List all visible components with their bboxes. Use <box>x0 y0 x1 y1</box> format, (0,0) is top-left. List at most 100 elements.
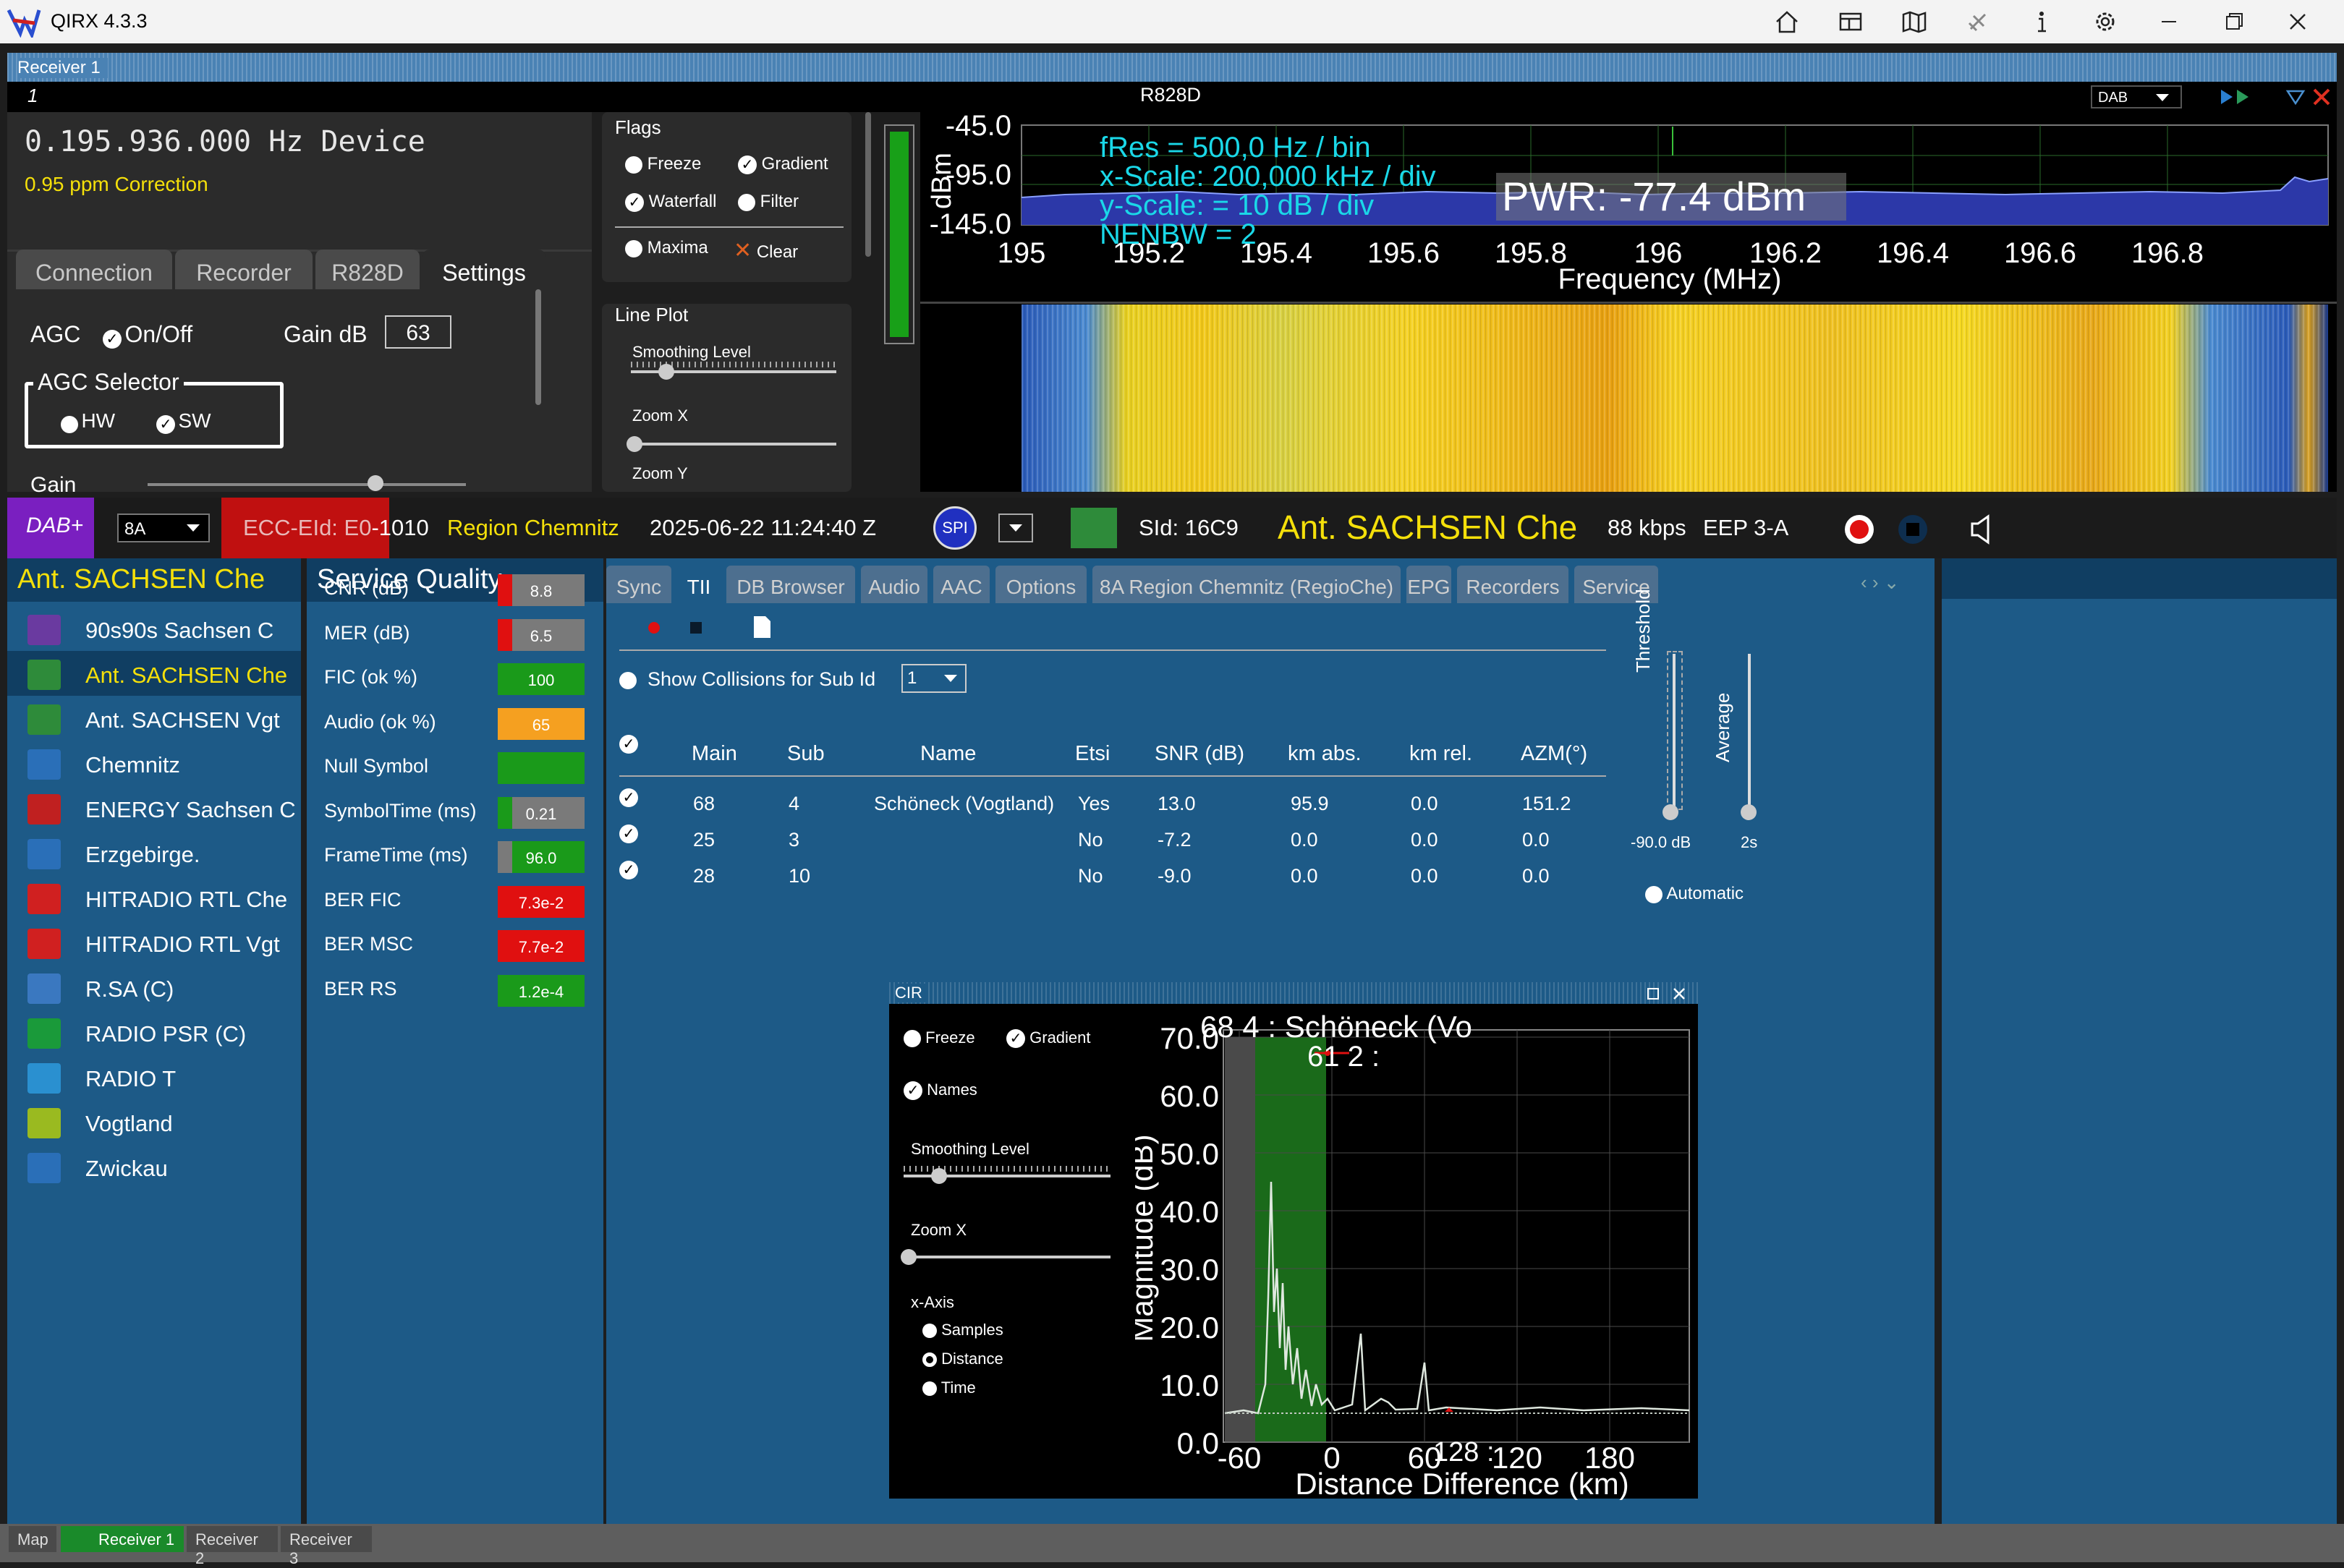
collapse-triangle-icon[interactable] <box>2285 88 2306 106</box>
cir-titlebar[interactable]: CIR <box>889 982 1698 1004</box>
distance-radio[interactable]: Distance <box>922 1350 1003 1368</box>
close-icon[interactable] <box>2283 7 2312 36</box>
service-item[interactable]: RADIO PSR (C) <box>7 1010 301 1054</box>
info-icon[interactable] <box>2027 7 2056 36</box>
tii-tab[interactable]: 8A Region Chemnitz (RegioChe) <box>1092 566 1401 603</box>
tii-row-checkbox[interactable]: ✓ <box>619 825 638 843</box>
service-item[interactable]: 90s90s Sachsen C <box>7 606 301 651</box>
waterfall-checkbox[interactable]: ✓ Waterfall <box>625 192 716 212</box>
service-item[interactable]: ENERGY Sachsen C <box>7 785 301 830</box>
mode-select[interactable]: DAB <box>2091 85 2182 108</box>
stop-icon[interactable] <box>1897 514 1929 545</box>
bottom-tab[interactable]: Map <box>9 1526 56 1552</box>
service-item[interactable]: Ant. SACHSEN Che <box>7 651 301 696</box>
samples-radio[interactable]: Samples <box>922 1321 1003 1339</box>
close-receiver-icon[interactable] <box>2311 86 2332 108</box>
record-icon[interactable] <box>1843 514 1875 545</box>
smoothing-knob[interactable] <box>658 364 674 380</box>
tab-connection[interactable]: Connection <box>16 250 172 290</box>
service-item[interactable]: RADIO T <box>7 1054 301 1099</box>
satellite-icon[interactable] <box>1963 7 1992 36</box>
maxima-checkbox[interactable]: Maxima <box>625 238 708 258</box>
service-item[interactable]: Vogtland <box>7 1099 301 1144</box>
cir-zoomx-slider[interactable] <box>904 1256 1111 1258</box>
sw-radio[interactable]: ✓ SW <box>156 409 211 434</box>
cir-names-checkbox[interactable]: ✓ Names <box>904 1081 977 1101</box>
threshold-knob[interactable] <box>1663 804 1678 820</box>
flags-scrollbar[interactable] <box>865 112 871 257</box>
service-item[interactable]: Ant. SACHSEN Vgt <box>7 696 301 741</box>
subid-select[interactable]: 1 <box>901 664 967 693</box>
tii-col-header[interactable]: Sub <box>787 742 825 766</box>
spi-button[interactable]: SPI <box>933 506 977 550</box>
average-slider[interactable] <box>1748 654 1751 810</box>
service-item[interactable]: Chemnitz <box>7 741 301 785</box>
zoomx-knob[interactable] <box>627 436 642 452</box>
frequency-display[interactable]: 0.195.936.000 Hz Device <box>25 125 425 158</box>
tab-recorder[interactable]: Recorder <box>175 250 313 290</box>
show-collisions-checkbox[interactable]: Show Collisions for Sub Id <box>619 668 875 691</box>
tii-col-header[interactable]: SNR (dB) <box>1155 742 1244 766</box>
agc-onoff-checkbox[interactable]: ✓ On/Off <box>103 321 192 349</box>
tab-settings[interactable]: Settings <box>422 250 545 290</box>
tii-tab[interactable]: EPG <box>1406 566 1451 603</box>
tii-col-header[interactable]: Etsi <box>1075 742 1110 766</box>
tii-col-header[interactable]: Main <box>692 742 737 766</box>
cir-smoothing-knob[interactable] <box>931 1168 947 1184</box>
maximize-icon[interactable] <box>1646 987 1660 1001</box>
tii-tab[interactable]: Audio <box>861 566 927 603</box>
tii-record-icon[interactable] <box>645 619 663 636</box>
service-item[interactable]: HITRADIO RTL Vgt <box>7 920 301 965</box>
service-item[interactable]: Erzgebirge. <box>7 830 301 875</box>
service-item[interactable]: HITRADIO RTL Che <box>7 875 301 920</box>
average-knob[interactable] <box>1741 804 1757 820</box>
zoomx-slider[interactable] <box>631 443 836 446</box>
layout-icon[interactable] <box>1836 7 1865 36</box>
tii-tab[interactable]: AAC <box>933 566 990 603</box>
select-all-checkbox[interactable]: ✓ <box>619 735 638 754</box>
restore-icon[interactable] <box>2220 7 2249 36</box>
cir-zoomx-knob[interactable] <box>901 1249 917 1265</box>
gear-icon[interactable] <box>2091 7 2120 36</box>
tii-row-checkbox[interactable]: ✓ <box>619 788 638 807</box>
tii-tab[interactable]: Options <box>995 566 1087 603</box>
document-icon[interactable] <box>751 615 773 639</box>
filter-checkbox[interactable]: Filter <box>738 192 799 212</box>
tii-tab[interactable]: Recorders <box>1457 566 1568 603</box>
bottom-tab[interactable]: Receiver 1 <box>61 1526 184 1552</box>
home-icon[interactable] <box>1772 7 1801 36</box>
tab-r828d[interactable]: R828D <box>315 250 420 290</box>
gain-slider[interactable] <box>148 483 466 486</box>
cir-chart[interactable]: 70.060.050.040.030.020.010.00.0 -60 0 60 12… <box>1135 1008 1698 1500</box>
speaker-icon[interactable] <box>1968 512 2000 547</box>
tii-tab[interactable]: DB Browser <box>726 566 855 603</box>
service-dropdown[interactable] <box>998 514 1033 542</box>
cir-freeze-checkbox[interactable]: Freeze <box>904 1028 975 1048</box>
play-arrows-icon[interactable] <box>2218 88 2262 106</box>
service-item[interactable]: Zwickau <box>7 1144 301 1189</box>
gain-db-input[interactable]: 63 <box>385 315 451 349</box>
tii-col-header[interactable]: km abs. <box>1288 742 1362 766</box>
time-radio[interactable]: Time <box>922 1379 976 1397</box>
hw-radio[interactable]: HW <box>61 409 115 433</box>
bottom-tab[interactable]: Receiver 3 <box>281 1526 372 1567</box>
minimize-icon[interactable] <box>2154 7 2183 36</box>
tii-col-header[interactable]: AZM(°) <box>1521 742 1587 766</box>
cir-gradient-checkbox[interactable]: ✓ Gradient <box>1006 1028 1091 1049</box>
ppm-correction[interactable]: 0.95 ppm Correction <box>25 173 208 196</box>
tii-col-header[interactable]: Name <box>920 742 976 766</box>
freeze-checkbox[interactable]: Freeze <box>625 154 701 174</box>
settings-scrollbar[interactable] <box>535 289 541 405</box>
channel-select[interactable]: 8A <box>117 514 210 542</box>
map-icon[interactable] <box>1900 7 1929 36</box>
bottom-tab[interactable]: Receiver 2 <box>187 1526 278 1567</box>
gradient-checkbox[interactable]: ✓ Gradient <box>738 154 828 174</box>
tii-row-checkbox[interactable]: ✓ <box>619 861 638 879</box>
clear-button[interactable]: ✕ Clear <box>734 238 798 263</box>
tii-tab[interactable]: TII <box>677 566 721 603</box>
tab-scroll-arrows[interactable]: ‹ › ⌄ <box>1861 571 1900 594</box>
spectrum-chart[interactable]: -45.0 -95.0 -145.0 dBm 195 195.2 195.4 195.… <box>920 110 2337 492</box>
gain-slider-knob[interactable] <box>368 475 383 491</box>
automatic-checkbox[interactable]: Automatic <box>1645 884 1744 904</box>
service-item[interactable]: R.SA (C) <box>7 965 301 1010</box>
